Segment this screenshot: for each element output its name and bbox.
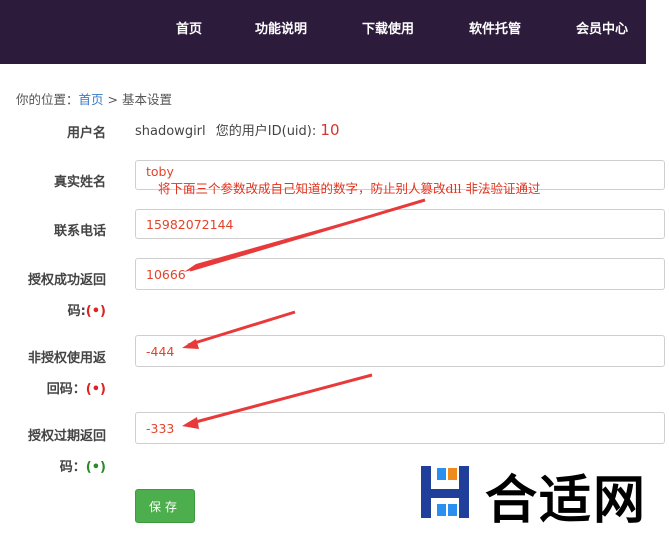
success-code-label-text: 码:	[67, 304, 86, 319]
expired-code-input[interactable]: -333	[135, 412, 665, 444]
unauth-code-label: 非授权使用返 回码：(•)	[14, 347, 106, 397]
phone-input[interactable]: 15982072144	[135, 209, 665, 239]
nav-item-hosting[interactable]: 软件托管	[469, 18, 521, 37]
expired-code-value: -333	[146, 420, 175, 436]
watermark-logo: 合适网	[415, 462, 669, 531]
realname-label: 真实姓名	[53, 175, 106, 190]
breadcrumb-separator: >	[103, 92, 122, 107]
nav-item-download[interactable]: 下载使用	[362, 18, 414, 37]
expired-code-label: 授权过期返回 码：(•)	[14, 425, 106, 475]
annotation-text: 将下面三个参数改成自己知道的数字，防止别人篡改dll 非法验证通过	[158, 181, 541, 196]
breadcrumb: 你的位置：首页 > 基本设置	[16, 89, 172, 108]
success-code-value: 10666	[146, 266, 186, 282]
success-code-input[interactable]: 10666	[135, 258, 665, 290]
required-marker: (•)	[85, 382, 106, 397]
username-value: shadowgirl 您的用户ID(uid): 10	[135, 120, 340, 139]
required-marker: (•)	[85, 304, 106, 319]
success-code-label: 授权成功返回 码:(•)	[14, 269, 106, 319]
phone-label: 联系电话	[53, 224, 106, 239]
top-navbar: 首页 功能说明 下载使用 软件托管 会员中心	[0, 0, 646, 64]
nav-item-member-center[interactable]: 会员中心	[576, 18, 628, 37]
save-button[interactable]: 保存	[135, 489, 195, 523]
watermark-text: 合适网	[485, 471, 648, 531]
expired-code-label-line1: 授权过期返回	[27, 429, 106, 444]
unauth-code-input[interactable]: -444	[135, 335, 665, 367]
unauth-code-value: -444	[146, 343, 175, 359]
unauth-code-label-line2: 回码：(•)	[14, 378, 106, 397]
phone-value: 15982072144	[146, 216, 234, 232]
username-label: 用户名	[66, 126, 106, 141]
unauth-code-label-text: 回码：	[46, 382, 86, 397]
nav-item-features[interactable]: 功能说明	[255, 18, 307, 37]
expired-code-label-line2: 码：(•)	[14, 456, 106, 475]
success-code-label-line1: 授权成功返回	[27, 273, 106, 288]
breadcrumb-prefix: 你的位置：	[16, 92, 79, 107]
realname-value: toby	[146, 164, 174, 179]
uid-label: 您的用户ID(uid):	[215, 124, 317, 139]
nav-item-home[interactable]: 首页	[176, 18, 202, 37]
logo-mark-icon	[421, 466, 469, 518]
expired-code-label-text: 码：	[59, 460, 86, 475]
required-marker: (•)	[85, 460, 106, 475]
breadcrumb-home-link[interactable]: 首页	[79, 92, 104, 107]
uid-value: 10	[320, 121, 340, 139]
breadcrumb-current: 基本设置	[121, 92, 172, 107]
username-text: shadowgirl	[135, 124, 206, 139]
unauth-code-label-line1: 非授权使用返	[27, 351, 106, 366]
success-code-label-line2: 码:(•)	[14, 300, 106, 319]
